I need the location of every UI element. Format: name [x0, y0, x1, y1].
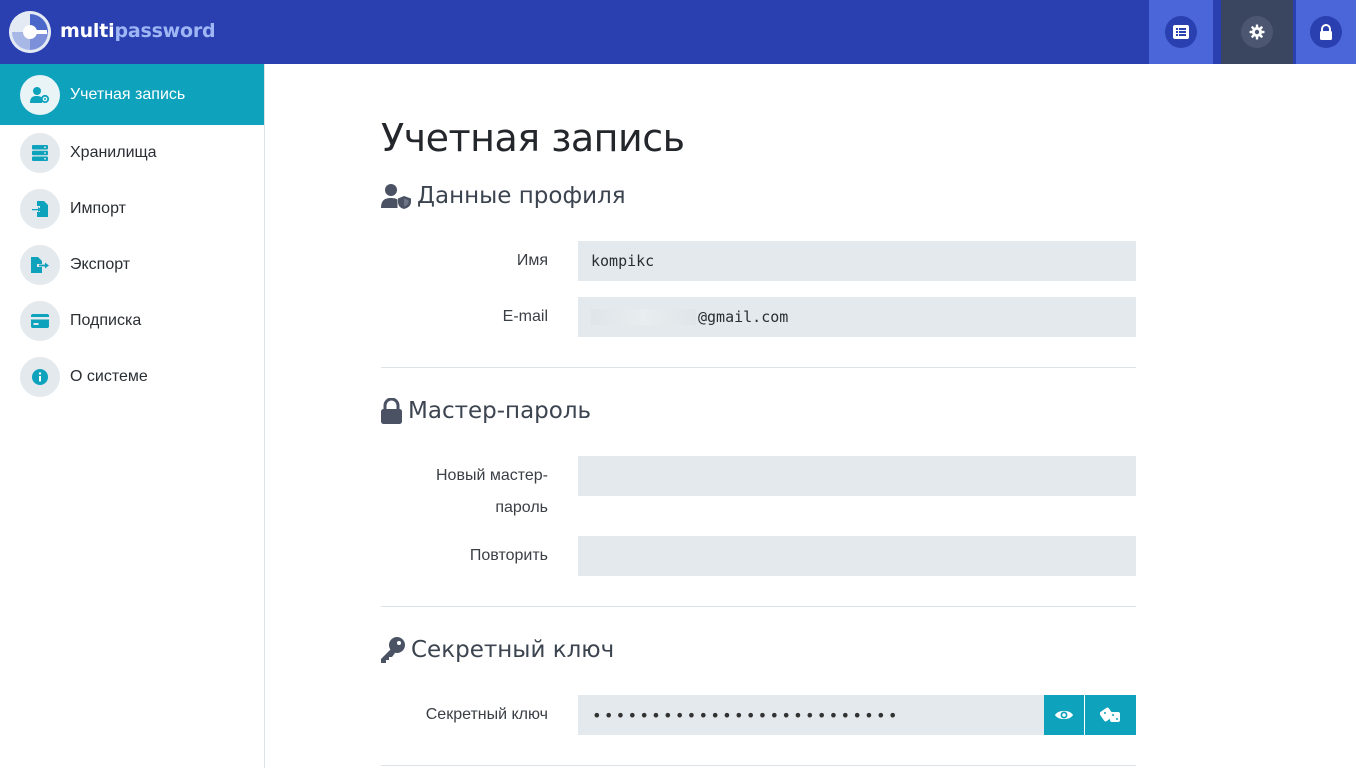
sidebar-item-export[interactable]: Экспорт — [0, 237, 264, 293]
repeat-password-input[interactable] — [578, 536, 1136, 576]
profile-section-title: Данные профиля — [381, 183, 626, 209]
secret-key-label: Секретный ключ — [425, 706, 548, 723]
dice-icon — [1099, 707, 1120, 722]
list-icon — [1165, 16, 1197, 48]
import-icon — [20, 189, 60, 229]
secret-heading: Секретный ключ — [411, 637, 615, 663]
sidebar-item-subscription[interactable]: Подписка — [0, 293, 264, 349]
sidebar-item-label: Хранилища — [70, 144, 157, 161]
master-heading: Мастер-пароль — [408, 398, 592, 424]
server-icon — [20, 133, 60, 173]
lock-icon — [381, 398, 402, 424]
divider — [381, 367, 1136, 368]
sidebar-item-label: Учетная запись — [70, 85, 186, 103]
brand-part1: multi — [60, 20, 115, 42]
brand-name: multipassword — [60, 20, 216, 42]
generate-key-button[interactable] — [1085, 695, 1136, 735]
sidebar-item-storages[interactable]: Хранилища — [0, 125, 264, 181]
redacted-blur — [591, 309, 696, 325]
secret-section-title: Секретный ключ — [381, 637, 614, 663]
sidebar-item-label: О системе — [70, 368, 148, 385]
new-password-input[interactable] — [578, 456, 1136, 496]
page-title: Учетная запись — [381, 116, 685, 160]
credit-card-icon — [20, 301, 60, 341]
divider — [381, 606, 1136, 607]
name-value: kompikc — [591, 252, 655, 270]
divider — [381, 765, 1136, 766]
sidebar-item-label: Импорт — [70, 200, 126, 217]
brand-part2: password — [114, 20, 216, 42]
profile-heading: Данные профиля — [417, 183, 626, 209]
export-icon — [20, 245, 60, 285]
key-icon — [381, 637, 405, 663]
sidebar-item-account[interactable]: Учетная запись — [0, 64, 264, 125]
settings-button[interactable] — [1221, 0, 1293, 64]
master-section-title: Мастер-пароль — [381, 398, 591, 424]
new-password-label: Новый мастер- пароль — [378, 464, 548, 520]
email-label: E-mail — [502, 308, 548, 325]
email-field[interactable]: @gmail.com — [578, 297, 1136, 337]
eye-icon — [1055, 710, 1073, 720]
secret-key-value: •••••••••••••••••••••••••• — [592, 705, 900, 725]
email-value: @gmail.com — [698, 308, 789, 326]
sidebar-item-import[interactable]: Импорт — [0, 181, 264, 237]
new-password-label-line2: пароль — [495, 499, 548, 516]
show-key-button[interactable] — [1044, 695, 1084, 735]
new-password-label-line1: Новый мастер- — [435, 467, 548, 484]
secret-key-field[interactable]: •••••••••••••••••••••••••• — [578, 695, 1044, 735]
list-button[interactable] — [1149, 0, 1213, 64]
logo-icon — [9, 11, 51, 53]
top-bar: multipassword — [0, 0, 1356, 64]
repeat-password-label: Повторить — [469, 547, 548, 564]
user-gear-icon — [20, 74, 60, 115]
name-field[interactable]: kompikc — [578, 241, 1136, 281]
lock-button[interactable] — [1296, 0, 1356, 64]
sidebar-item-label: Подписка — [70, 312, 142, 329]
name-label: Имя — [516, 252, 548, 269]
lock-icon — [1310, 16, 1342, 48]
info-icon — [20, 357, 60, 397]
sidebar: Учетная запись Хранилища Импорт Экспорт … — [0, 64, 265, 768]
user-shield-icon — [381, 184, 411, 209]
gear-icon — [1241, 16, 1273, 48]
sidebar-item-label: Экспорт — [70, 256, 131, 273]
sidebar-item-about[interactable]: О системе — [0, 349, 264, 405]
